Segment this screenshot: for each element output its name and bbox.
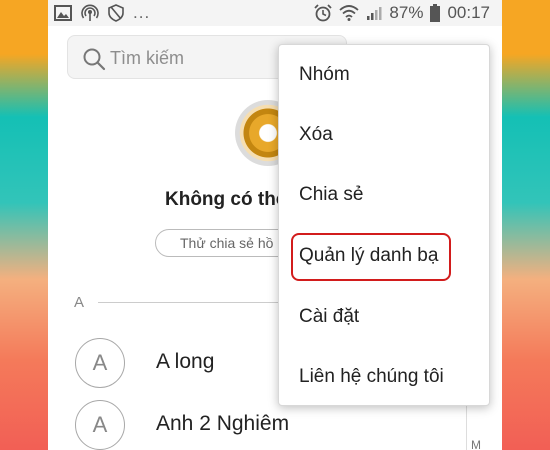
contact-avatar: A — [75, 338, 125, 388]
image-icon — [54, 5, 72, 21]
shield-icon — [108, 4, 124, 22]
overflow-menu: Nhóm Xóa Chia sẻ Quản lý danh bạ Cài đặt… — [278, 44, 490, 406]
menu-item-lien-he[interactable]: Liên hệ chúng tôi — [279, 347, 491, 407]
status-bar: ... 87% 00:17 — [48, 0, 502, 26]
section-header-letter: A — [74, 294, 85, 311]
contact-name: Anh 2 Nghiêm — [156, 412, 290, 435]
clock: 00:17 — [447, 3, 490, 22]
menu-item-chia-se[interactable]: Chia sẻ — [279, 165, 491, 225]
alarm-icon — [314, 4, 333, 22]
profile-empty-title: Không có thô — [165, 189, 288, 210]
status-bar-left: ... — [54, 3, 150, 23]
highlight-annotation — [291, 233, 451, 281]
signal-icon — [367, 7, 382, 20]
contact-name: A long — [156, 350, 215, 373]
search-icon — [83, 48, 106, 71]
menu-item-xoa[interactable]: Xóa — [279, 105, 491, 165]
more-notifications: ... — [133, 3, 151, 22]
index-letter[interactable]: M — [471, 438, 481, 450]
battery-icon — [430, 4, 441, 22]
phone-screen: ... 87% 00:17 Tìm kiếm Không có thô Thử … — [48, 0, 502, 450]
menu-item-cai-dat[interactable]: Cài đặt — [279, 287, 491, 347]
status-bar-right: 87% 00:17 — [314, 2, 490, 24]
battery-percent: 87% — [389, 3, 424, 22]
menu-item-nhom[interactable]: Nhóm — [279, 45, 491, 105]
contact-avatar: A — [75, 400, 125, 450]
hotspot-icon — [81, 4, 99, 21]
wifi-icon — [339, 5, 360, 21]
